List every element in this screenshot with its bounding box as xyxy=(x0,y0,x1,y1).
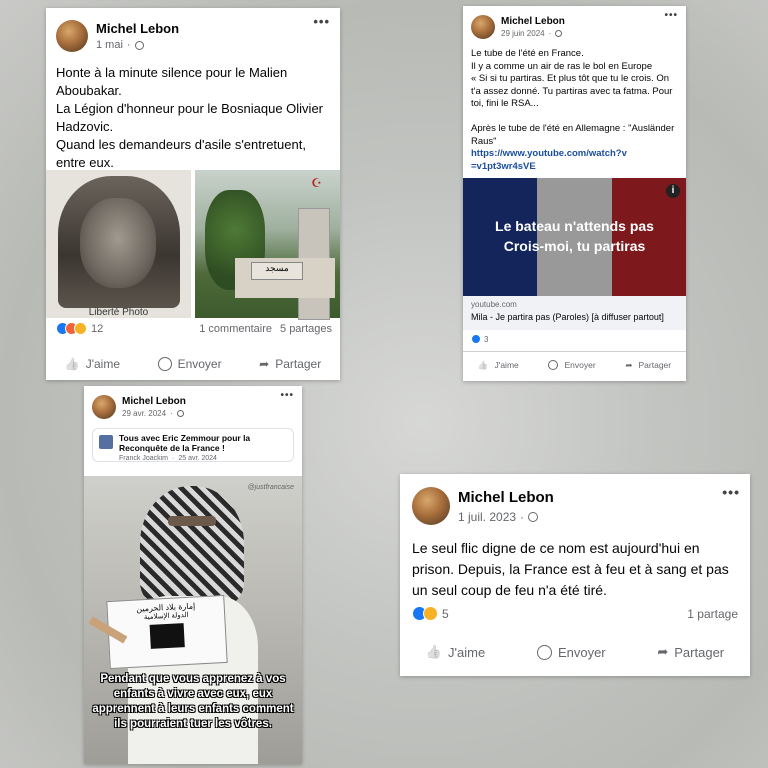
share-label: Partager xyxy=(275,357,322,371)
share-button[interactable]: ➦ Partager xyxy=(625,360,671,371)
photo-caption: Liberté Photo xyxy=(88,307,149,318)
post-date[interactable]: 29 juin 2024 xyxy=(501,29,545,38)
post-date[interactable]: 1 juil. 2023 xyxy=(458,510,516,524)
send-button[interactable]: Envoyer xyxy=(548,360,596,370)
video-title-line-1: Le bateau n'attends pas xyxy=(495,218,654,234)
shared-avatar[interactable] xyxy=(99,435,113,449)
post-4: Michel Lebon 1 juil. 2023 · ••• Le seul … xyxy=(400,474,750,676)
like-icon xyxy=(426,644,442,660)
info-icon[interactable]: i xyxy=(666,184,680,198)
youtube-link[interactable]: https://www.youtube.com/watch?v=v1pt3wr4… xyxy=(463,148,639,173)
messenger-icon xyxy=(157,357,172,371)
send-label: Envoyer xyxy=(557,644,606,660)
watermark: @justfrancaise xyxy=(247,484,294,491)
like-label: J'aime xyxy=(494,360,519,370)
send-label: Envoyer xyxy=(564,360,596,370)
avatar[interactable] xyxy=(412,487,450,525)
post-3: Michel Lebon 29 avr. 2024 · ••• Tous ave… xyxy=(84,386,302,764)
like-reaction-icon xyxy=(471,334,481,344)
author-name[interactable]: Michel Lebon xyxy=(96,21,179,36)
action-bar: J'aime Envoyer ➦ Partager xyxy=(400,634,750,670)
send-button[interactable]: Envoyer xyxy=(157,357,222,371)
reaction-count[interactable]: 12 xyxy=(91,323,103,335)
reaction-count[interactable]: 3 xyxy=(484,335,488,344)
shared-title[interactable]: Tous avec Eric Zemmour pour la Reconquêt… xyxy=(119,433,287,453)
post-image[interactable]: @justfrancaise إمارة بلاد الحرمين الدولة… xyxy=(84,476,302,764)
post-images[interactable]: Liberté Photo ☪ مسجد xyxy=(46,170,340,320)
share-count[interactable]: 5 partages xyxy=(280,323,332,335)
messenger-icon xyxy=(536,644,552,660)
link-preview[interactable]: youtube.com Mila - Je partira pas (Parol… xyxy=(463,296,686,330)
more-icon[interactable]: ••• xyxy=(664,10,678,21)
mosque-photo[interactable]: ☪ مسجد xyxy=(195,170,340,320)
post-header: Michel Lebon 1 mai · ••• xyxy=(46,8,340,54)
globe-icon xyxy=(555,30,563,37)
like-button[interactable]: J'aime xyxy=(65,357,120,371)
post-date[interactable]: 1 mai xyxy=(96,39,123,51)
avatar[interactable] xyxy=(56,20,88,52)
like-icon xyxy=(65,357,80,371)
like-button[interactable]: J'aime xyxy=(426,644,485,660)
like-label: J'aime xyxy=(85,357,121,371)
link-domain: youtube.com xyxy=(471,300,517,309)
share-icon: ➦ xyxy=(657,644,669,659)
video-thumbnail[interactable]: Le bateau n'attends pas Crois-moi, tu pa… xyxy=(463,178,686,296)
like-button[interactable]: J'aime xyxy=(478,360,519,371)
post-date[interactable]: 29 avr. 2024 xyxy=(122,409,166,418)
mugshot-photo[interactable]: Liberté Photo xyxy=(46,170,191,318)
more-icon[interactable]: ••• xyxy=(280,390,294,401)
post-text: Le tube de l'été en France. Il y a comme… xyxy=(471,48,675,147)
like-icon xyxy=(478,360,489,371)
post-1: Michel Lebon 1 mai · ••• Honte à la minu… xyxy=(46,8,340,380)
sad-reaction-icon xyxy=(423,606,438,621)
avatar[interactable] xyxy=(471,15,495,39)
post-2: Michel Lebon 29 juin 2024 · ••• Le tube … xyxy=(463,6,686,381)
share-icon: ➦ xyxy=(259,357,270,371)
shared-date[interactable]: 25 avr. 2024 xyxy=(178,455,217,462)
post-header: Michel Lebon 29 juin 2024 · ••• xyxy=(463,6,686,40)
share-button[interactable]: ➦ Partager xyxy=(657,644,724,660)
like-label: J'aime xyxy=(448,644,486,660)
shared-author[interactable]: Franck Joackim xyxy=(119,455,168,462)
author-name[interactable]: Michel Lebon xyxy=(458,489,554,506)
author-name[interactable]: Michel Lebon xyxy=(122,396,186,407)
reactions-bar[interactable]: 3 xyxy=(471,334,488,344)
avatar[interactable] xyxy=(92,395,116,419)
mosque-sign: مسجد xyxy=(251,262,303,280)
send-button[interactable]: Envoyer xyxy=(536,644,606,660)
reactions-bar[interactable]: 12 1 commentaire 5 partages xyxy=(56,322,332,335)
reactions-bar[interactable]: 5 1 partage xyxy=(412,606,738,621)
post-header: Michel Lebon 1 juil. 2023 · ••• xyxy=(400,474,750,526)
messenger-icon xyxy=(548,360,559,370)
globe-icon xyxy=(176,410,184,417)
image-caption: Pendant que vous apprenez à vos enfants … xyxy=(92,673,294,730)
post-header: Michel Lebon 29 avr. 2024 · ••• xyxy=(84,386,302,420)
comment-count[interactable]: 1 commentaire xyxy=(199,323,272,335)
action-bar: J'aime Envoyer ➦ Partager xyxy=(463,351,686,378)
held-sign: إمارة بلاد الحرمين الدولة الإسلامية xyxy=(106,594,228,670)
share-count[interactable]: 1 partage xyxy=(687,607,738,621)
action-bar: J'aime Envoyer ➦ Partager xyxy=(46,348,340,380)
globe-icon xyxy=(134,40,144,50)
send-label: Envoyer xyxy=(177,357,222,371)
reaction-count[interactable]: 5 xyxy=(442,607,449,621)
shared-post-header[interactable]: Tous avec Eric Zemmour pour la Reconquêt… xyxy=(92,428,294,462)
share-icon: ➦ xyxy=(625,359,633,370)
more-icon[interactable]: ••• xyxy=(722,484,740,500)
post-text: Le seul flic digne de ce nom est aujourd… xyxy=(412,540,729,598)
share-button[interactable]: ➦ Partager xyxy=(259,357,321,371)
globe-icon xyxy=(528,511,539,522)
care-reaction-icon xyxy=(74,322,87,335)
video-title-line-2: Crois-moi, tu partiras xyxy=(503,238,646,254)
author-name[interactable]: Michel Lebon xyxy=(501,16,565,27)
share-label: Partager xyxy=(638,360,672,370)
post-text: Honte à la minute silence pour le Malien… xyxy=(56,65,324,170)
more-icon[interactable]: ••• xyxy=(313,14,330,29)
link-title: Mila - Je partira pas (Paroles) [à diffu… xyxy=(471,312,664,322)
share-label: Partager xyxy=(674,644,725,660)
